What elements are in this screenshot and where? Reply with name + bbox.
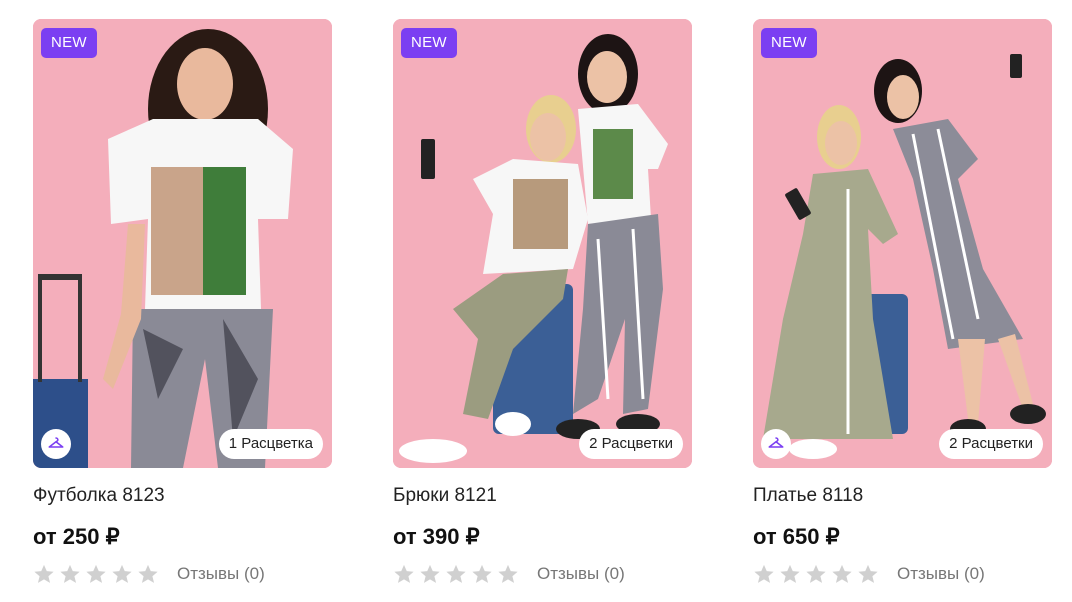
product-photo[interactable]: NEW 1 Расцветка	[33, 19, 332, 468]
star-icon[interactable]	[805, 563, 827, 585]
product-card[interactable]: NEW 2 Расцветки Платье 8118 от 650 ₽ Отз…	[753, 19, 1052, 585]
reviews-link[interactable]: Отзывы (0)	[897, 564, 985, 584]
new-badge: NEW	[761, 28, 817, 58]
star-icon[interactable]	[779, 563, 801, 585]
new-badge: NEW	[41, 28, 97, 58]
star-icon[interactable]	[59, 563, 81, 585]
product-photo[interactable]: NEW 2 Расцветки	[393, 19, 692, 468]
colors-count-badge[interactable]: 2 Расцветки	[939, 429, 1043, 459]
reviews-link[interactable]: Отзывы (0)	[537, 564, 625, 584]
star-icon[interactable]	[471, 563, 493, 585]
hanger-icon[interactable]	[761, 429, 791, 459]
star-icon[interactable]	[137, 563, 159, 585]
star-icon[interactable]	[85, 563, 107, 585]
product-image	[753, 19, 1052, 468]
star-icon[interactable]	[497, 563, 519, 585]
product-title[interactable]: Футболка 8123	[33, 485, 332, 507]
rating: Отзывы (0)	[753, 563, 1052, 585]
hanger-icon[interactable]	[41, 429, 71, 459]
colors-count-badge[interactable]: 2 Расцветки	[579, 429, 683, 459]
star-icon[interactable]	[753, 563, 775, 585]
star-icon[interactable]	[419, 563, 441, 585]
star-icon[interactable]	[33, 563, 55, 585]
product-image	[33, 19, 332, 468]
product-card[interactable]: NEW 1 Расцветка Футболка 8123 от 250 ₽ О…	[33, 19, 332, 585]
product-price: от 650 ₽	[753, 524, 840, 549]
product-photo[interactable]: NEW 2 Расцветки	[753, 19, 1052, 468]
star-icon[interactable]	[857, 563, 879, 585]
star-icon[interactable]	[831, 563, 853, 585]
rating: Отзывы (0)	[33, 563, 332, 585]
star-icon[interactable]	[111, 563, 133, 585]
rating: Отзывы (0)	[393, 563, 692, 585]
new-badge: NEW	[401, 28, 457, 58]
star-icon[interactable]	[393, 563, 415, 585]
product-title[interactable]: Платье 8118	[753, 485, 1052, 507]
product-image	[393, 19, 692, 468]
product-title[interactable]: Брюки 8121	[393, 485, 692, 507]
product-price: от 250 ₽	[33, 524, 120, 549]
colors-count-badge[interactable]: 1 Расцветка	[218, 429, 323, 459]
product-card[interactable]: NEW 2 Расцветки Брюки 8121 от 390 ₽ Отзы…	[393, 19, 692, 585]
star-icon[interactable]	[445, 563, 467, 585]
product-price: от 390 ₽	[393, 524, 480, 549]
reviews-link[interactable]: Отзывы (0)	[177, 564, 265, 584]
